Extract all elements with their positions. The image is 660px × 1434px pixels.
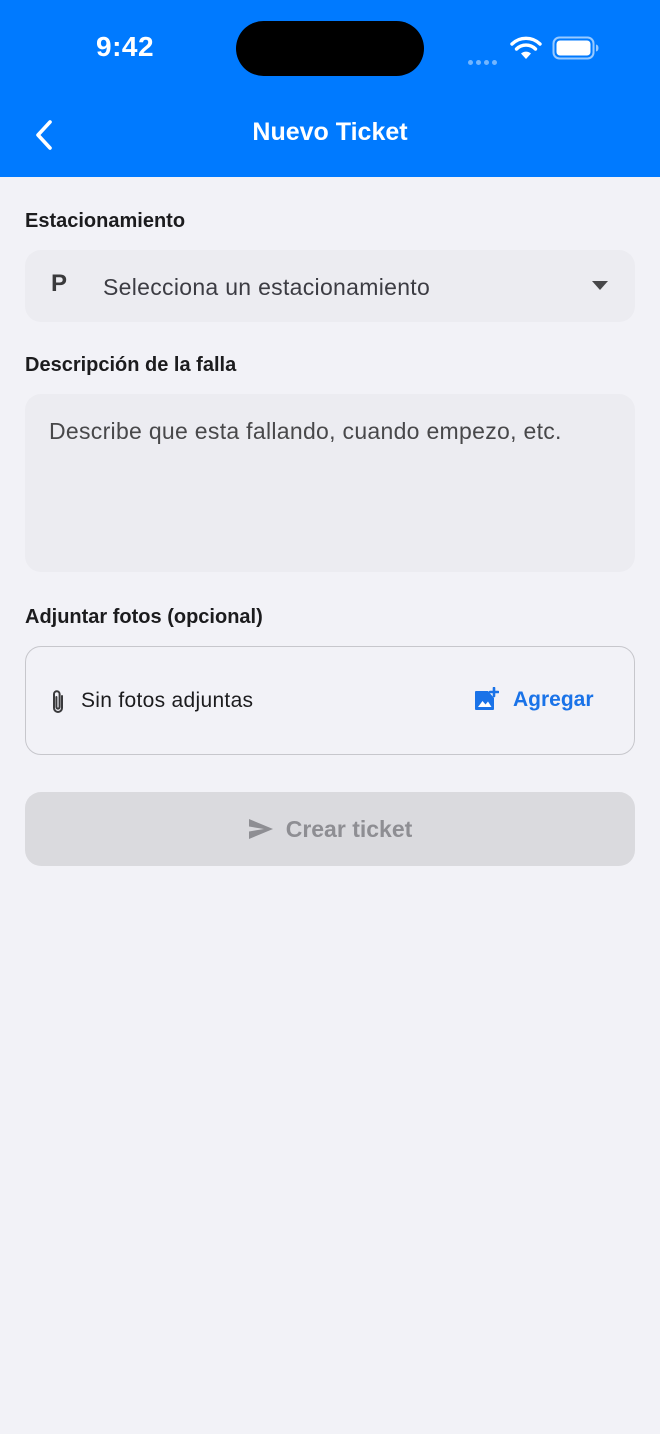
parking-label: Estacionamiento [25,210,186,232]
photos-label: Adjuntar fotos (opcional) [25,606,263,628]
battery-icon [552,36,599,60]
photos-status-text: Sin fotos adjuntas [81,689,254,712]
add-photo-label: Agregar [513,688,594,711]
photos-attachment-box: Sin fotos adjuntas Agregar [25,646,635,755]
page-title: Nuevo Ticket [252,118,408,146]
description-textarea[interactable]: Describe que esta fallando, cuando empez… [25,394,635,572]
parking-select[interactable]: P Selecciona un estacionamiento [25,250,635,322]
dropdown-arrow-icon [592,281,608,290]
parking-select-placeholder: Selecciona un estacionamiento [103,274,431,300]
description-placeholder: Describe que esta fallando, cuando empez… [49,418,562,444]
app-header: 9:42 Nuevo Ticket [0,0,660,177]
signal-dots-icon [468,52,502,65]
status-time: 9:42 [96,31,155,62]
paperclip-icon [53,690,63,713]
add-photo-button[interactable]: Agregar [473,685,594,715]
wifi-icon [510,36,542,59]
dynamic-island [236,21,424,76]
create-ticket-label: Crear ticket [285,815,413,842]
add-photo-icon [475,687,499,710]
create-ticket-button[interactable]: Crear ticket [25,792,635,866]
send-icon [248,819,273,839]
description-label: Descripción de la falla [25,354,237,376]
parking-icon: P [51,270,68,297]
